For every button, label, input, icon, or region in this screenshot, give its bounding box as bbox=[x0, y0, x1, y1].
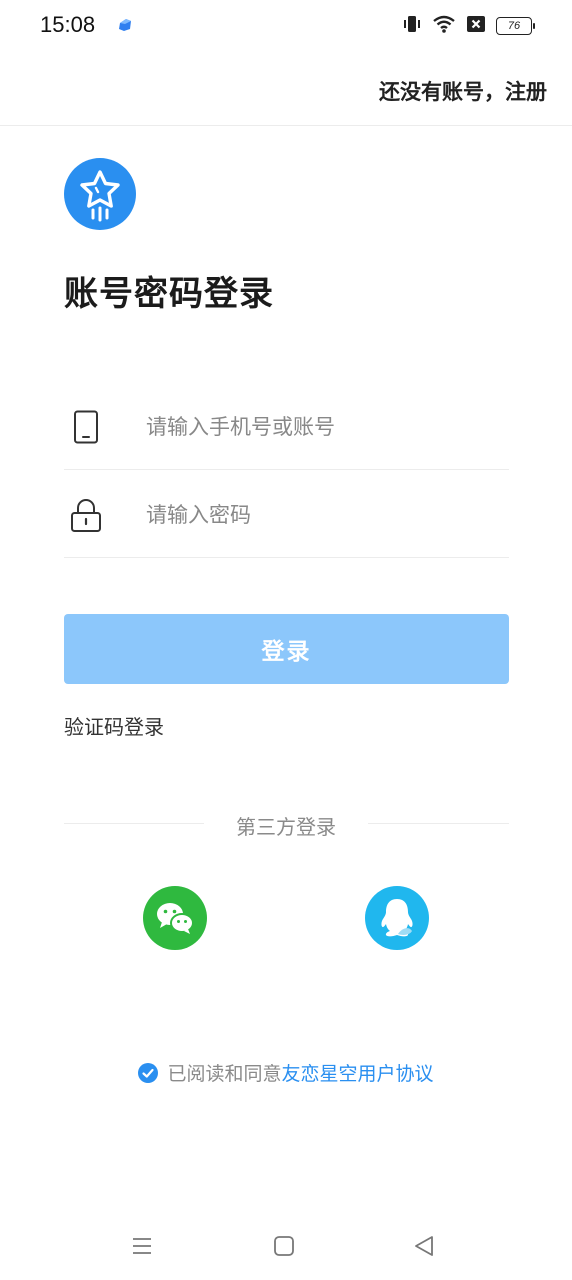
agreement-prefix: 已阅读和同意 bbox=[167, 1063, 282, 1085]
star-rocket-logo-icon bbox=[64, 158, 136, 230]
register-link[interactable]: 还没有账号，注册 bbox=[379, 76, 547, 106]
divider-right bbox=[368, 823, 509, 824]
qq-icon bbox=[381, 899, 413, 937]
status-time: 15:08 bbox=[40, 12, 96, 37]
phone-icon bbox=[70, 410, 102, 444]
login-button[interactable]: 登录 bbox=[64, 614, 509, 684]
password-input[interactable] bbox=[146, 498, 496, 532]
status-icons: 76 bbox=[402, 13, 535, 39]
home-icon[interactable] bbox=[272, 1234, 296, 1258]
vibrate-icon bbox=[402, 14, 422, 38]
lock-icon bbox=[70, 498, 102, 532]
agreement-checkbox[interactable] bbox=[138, 1062, 159, 1083]
sim-blocked-icon bbox=[466, 15, 486, 37]
top-header: 还没有账号，注册 bbox=[0, 52, 572, 126]
menu-icon[interactable] bbox=[130, 1234, 154, 1258]
battery-icon: 76 bbox=[496, 17, 535, 35]
check-icon bbox=[142, 1068, 155, 1078]
qq-login-button[interactable] bbox=[365, 886, 429, 950]
app-notification-icon bbox=[117, 17, 133, 33]
account-input[interactable] bbox=[146, 410, 496, 444]
wechat-login-button[interactable] bbox=[143, 886, 207, 950]
third-party-label: 第三方登录 bbox=[236, 815, 336, 839]
wechat-icon bbox=[157, 903, 194, 934]
login-screen: 15:08 76 还没有账号，注册 账号密码登录 请输入手机号或账号 登录 验证… bbox=[0, 0, 572, 1280]
back-icon[interactable] bbox=[412, 1234, 436, 1258]
password-field-row bbox=[64, 470, 509, 558]
user-agreement-link[interactable]: 友恋星空用户协议 bbox=[282, 1059, 434, 1086]
sms-login-link[interactable]: 验证码登录 bbox=[64, 711, 164, 740]
status-bar: 15:08 76 bbox=[0, 0, 572, 52]
system-nav-bar bbox=[0, 1216, 572, 1280]
wifi-icon bbox=[432, 14, 456, 38]
agreement-row: 已阅读和同意 友恋星空用户协议 bbox=[0, 1059, 572, 1086]
page-title: 账号密码登录 bbox=[64, 274, 274, 314]
phone-field-row bbox=[64, 382, 509, 470]
